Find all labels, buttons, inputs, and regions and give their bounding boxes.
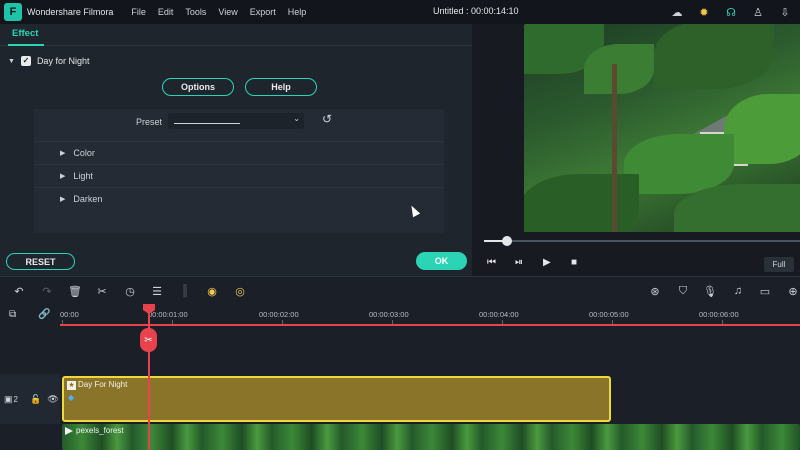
music-list-icon[interactable]: ♫ [731, 284, 745, 298]
effect-clip-name: Day For Night [78, 380, 128, 389]
eye-icon[interactable]: 👁 [47, 394, 58, 405]
mic-icon[interactable]: 🎙 [703, 284, 717, 298]
stop-icon[interactable]: ■ [571, 257, 577, 268]
download-icon[interactable]: ⇩ [776, 3, 794, 21]
tab-underline [8, 44, 44, 46]
section-color[interactable]: ▶ Color [34, 141, 444, 163]
speed-ramp-icon[interactable]: ◎ [233, 284, 247, 298]
track-type-icon: ▣ [4, 393, 13, 404]
effect-settings-box: Preset ⌄ ↺ ▶ Color ▶ Light ▶ Darken [34, 109, 444, 233]
section-light[interactable]: ▶ Light [34, 164, 444, 186]
chevron-down-icon: ⌄ [293, 114, 300, 123]
effect-name: Day for Night [36, 56, 90, 66]
filmora-logo-icon: F [4, 3, 22, 21]
time-ruler[interactable]: 00:00 00:00:01:00 00:00:02:00 00:00:03:0… [60, 304, 800, 326]
help-button[interactable]: Help [245, 78, 317, 96]
bulb-icon[interactable]: ✹ [695, 3, 713, 21]
tick-label: 00:00:02:00 [259, 310, 299, 319]
expand-arrow-icon: ▶ [60, 149, 66, 157]
play-icon[interactable]: ▶ [543, 257, 551, 268]
playhead-line[interactable] [148, 304, 150, 450]
tick-label: 00:00:03:00 [369, 310, 409, 319]
cut-icon[interactable]: ✂ [95, 284, 109, 298]
expand-arrow-icon: ▶ [60, 195, 66, 203]
tab-effect[interactable]: Effect [12, 28, 38, 39]
tick-label: 00:00:05:00 [589, 310, 629, 319]
quality-full-button[interactable]: Full [764, 257, 794, 272]
options-button[interactable]: Options [162, 78, 234, 96]
tick-label: 00:00:04:00 [479, 310, 519, 319]
undo-icon[interactable]: ↶ [12, 284, 26, 298]
menu-edit[interactable]: Edit [158, 7, 174, 17]
video-preview [524, 24, 800, 232]
adjust-icon[interactable]: ☰ [150, 284, 164, 298]
effect-header: ▼ ✓ Day for Night [8, 56, 89, 66]
effect-clip[interactable]: ★ Day For Night ◆ [62, 376, 611, 422]
tick-label: 00:00 [60, 310, 79, 319]
preview-scrubber-track[interactable] [484, 240, 800, 242]
track-number: 2 [13, 394, 18, 404]
reset-button[interactable]: RESET [6, 253, 75, 270]
link-icon[interactable]: 🔗 [38, 309, 50, 320]
add-track-icon[interactable]: ⧉ [9, 309, 16, 320]
video-clip-name: pexels_forest [76, 426, 124, 435]
preset-dropdown[interactable]: ⌄ [168, 113, 304, 129]
timeline: ⧉ 🔗 00:00 00:00:01:00 00:00:02:00 00:00:… [0, 304, 800, 450]
menu-help[interactable]: Help [288, 7, 307, 17]
user-icon[interactable]: ♙ [749, 3, 767, 21]
cloud-icon[interactable]: ☁ [668, 3, 686, 21]
delete-icon[interactable]: 🗑 [68, 284, 82, 298]
effect-settings-panel: Effect ▼ ✓ Day for Night Options Help Pr… [0, 24, 472, 276]
window-title: Untitled : 00:00:14:10 [433, 6, 519, 16]
preview-scrubber-handle[interactable] [502, 236, 512, 246]
split-scissors-icon[interactable]: ✂ [140, 328, 157, 352]
collapse-caret-icon[interactable]: ▼ [8, 58, 15, 65]
reset-preset-icon[interactable]: ↺ [322, 112, 332, 126]
effect-enable-checkbox[interactable]: ✓ [20, 56, 31, 66]
work-area-bar [60, 324, 800, 326]
subtitle-icon[interactable]: ▭ [758, 284, 772, 298]
video-clip-icon [65, 427, 73, 435]
speed-icon[interactable]: ◷ [123, 284, 137, 298]
section-label: Light [73, 170, 93, 181]
menu-export[interactable]: Export [250, 7, 276, 17]
menu-bar: F Wondershare Filmora File Edit Tools Vi… [0, 0, 800, 24]
section-label: Color [73, 147, 95, 158]
preset-label: Preset [136, 117, 163, 127]
headset-icon[interactable]: ☊ [722, 3, 740, 21]
lock-icon[interactable]: 🔓 [30, 394, 41, 405]
render-icon[interactable]: ⊛ [648, 284, 662, 298]
menu-tools[interactable]: Tools [185, 7, 206, 17]
effect-star-icon: ★ [67, 381, 76, 390]
audio-wave-icon[interactable]: ║ [178, 284, 192, 298]
tick-label: 00:00:06:00 [699, 310, 739, 319]
redo-icon[interactable]: ↷ [40, 284, 54, 298]
premium-gem-icon: ◆ [68, 393, 75, 402]
ok-button[interactable]: OK [416, 252, 467, 270]
section-darken[interactable]: ▶ Darken [34, 187, 444, 209]
step-back-icon[interactable]: ⏮ [487, 257, 496, 268]
expand-arrow-icon: ▶ [60, 172, 66, 180]
video-clip[interactable]: pexels_forest [62, 424, 800, 450]
preview-panel: ⏮ ⏯ ▶ ■ Full [472, 24, 800, 276]
tick-label: 00:00:01:00 [148, 310, 188, 319]
menu-file[interactable]: File [131, 7, 146, 17]
app-name: Wondershare Filmora [27, 7, 114, 17]
preset-value-line [174, 123, 240, 124]
color-match-icon[interactable]: ◉ [205, 284, 219, 298]
menu-view[interactable]: View [218, 7, 237, 17]
timeline-toolbar: ↶ ↷ 🗑 ✂ ◷ ☰ ║ ◉ ◎ ⊛ ⛉ 🎙 ♫ ▭ ⊕ [0, 276, 800, 304]
marker-icon[interactable]: ⛉ [676, 284, 690, 298]
play-pause-icon[interactable]: ⏯ [515, 257, 523, 268]
panel-tabs: Effect [0, 24, 472, 46]
track-header: ▣ 2 🔓 👁 [0, 374, 60, 424]
section-label: Darken [73, 193, 103, 204]
zoom-icon[interactable]: ⊕ [786, 284, 800, 298]
